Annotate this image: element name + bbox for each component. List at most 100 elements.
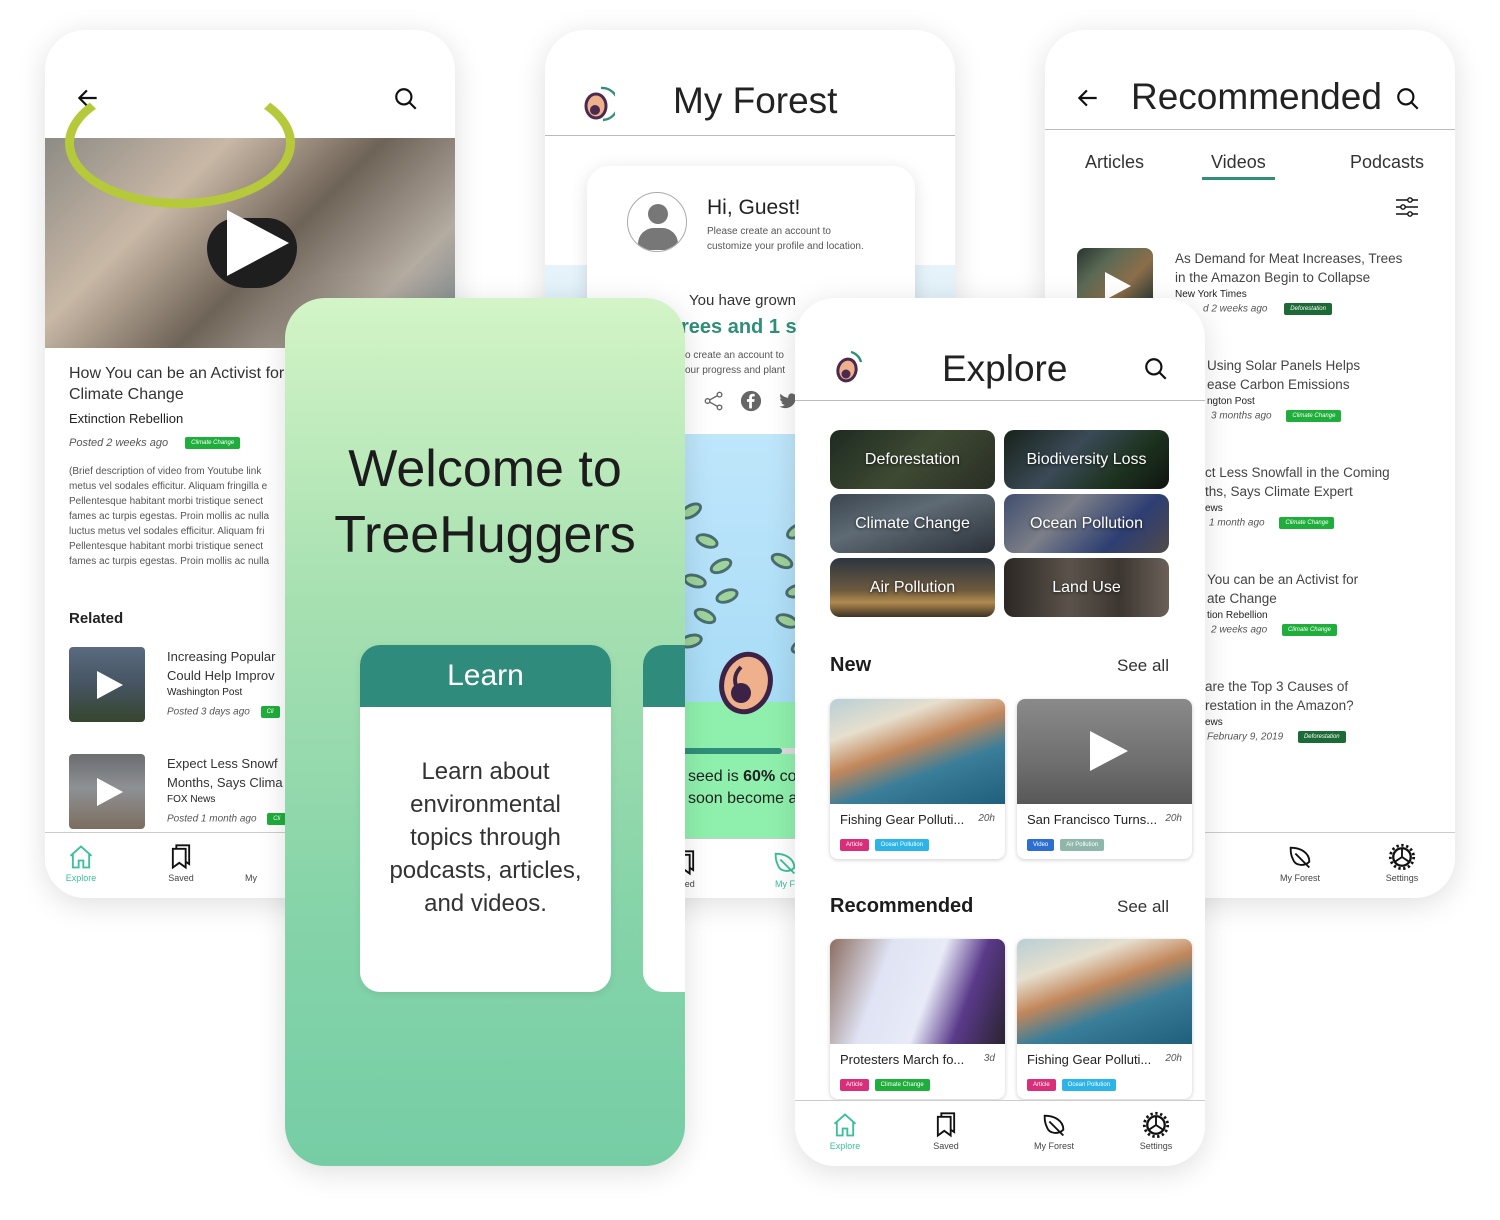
card-image	[830, 699, 1005, 804]
gear-icon	[1142, 1111, 1170, 1139]
video-list-item[interactable]: are the Top 3 Causes of restation in the…	[1205, 677, 1455, 743]
category-climate-change[interactable]: Climate Change	[830, 494, 995, 553]
leaf-icon	[1289, 846, 1311, 869]
tab-saved[interactable]: Saved	[151, 843, 211, 883]
bookmark-icon	[936, 1112, 956, 1138]
tag-badge[interactable]: Article	[840, 838, 869, 851]
item-source: ews	[1205, 503, 1223, 514]
video-list-item[interactable]: Using Solar Panels Helps ease Carbon Emi…	[1207, 356, 1455, 422]
tag-badge[interactable]: Article	[1027, 1078, 1056, 1091]
card-image	[1017, 699, 1192, 804]
filter-sliders-icon[interactable]	[1395, 196, 1419, 218]
card-title: Learn	[360, 645, 611, 707]
card-title: San Francisco Turns...	[1027, 812, 1158, 827]
search-icon[interactable]	[1143, 356, 1169, 382]
content-card[interactable]: San Francisco Turns... 20h Video Air Poll…	[1017, 699, 1192, 859]
card-tags: Article Climate Change	[840, 1076, 936, 1094]
search-icon[interactable]	[393, 86, 419, 112]
tab-explore[interactable]: Explore	[815, 1111, 875, 1151]
seed-logo-icon	[836, 350, 863, 383]
tab-articles[interactable]: Articles	[1085, 152, 1144, 177]
see-all-new-link[interactable]: See all	[1117, 656, 1169, 676]
search-icon[interactable]	[1395, 86, 1421, 112]
tag-badge[interactable]: Climate Change	[1281, 624, 1337, 636]
category-air-pollution[interactable]: Air Pollution	[830, 558, 995, 617]
tab-label: Settings	[1385, 873, 1419, 883]
content-card[interactable]: Protesters March fo... 3d Article Climate…	[830, 939, 1005, 1099]
category-biodiversity-loss[interactable]: Biodiversity Loss	[1004, 430, 1169, 489]
tag-badge[interactable]: Cli	[260, 706, 280, 718]
item-title: Using Solar Panels Helps ease Carbon Emi…	[1207, 358, 1361, 392]
tab-explore[interactable]: Explore	[51, 843, 111, 883]
item-posted: February 9, 2019 Deforestation	[1205, 731, 1455, 743]
related-posted: Posted 1 month ago Cli	[167, 813, 287, 825]
page-title: Recommended	[1131, 76, 1382, 117]
category-ocean-pollution[interactable]: Ocean Pollution	[1004, 494, 1169, 553]
related-thumbnail	[69, 754, 145, 829]
related-heading: Related	[69, 610, 124, 627]
card-tags: Article Ocean Pollution	[1027, 1076, 1122, 1094]
tab-my-forest[interactable]: My Forest	[1270, 843, 1330, 883]
related-posted-text: Posted 1 month ago	[167, 813, 257, 825]
video-list-item[interactable]: As Demand for Meat Increases, Trees in t…	[1175, 249, 1435, 315]
page-title: My Forest	[673, 80, 838, 121]
recommended-heading: Recommended	[830, 895, 974, 917]
posted-date: Posted 2 weeks ago Climate Change	[69, 437, 241, 450]
content-card[interactable]: Fishing Gear Polluti... 20h Article Ocean…	[830, 699, 1005, 859]
tab-saved[interactable]: Saved	[916, 1111, 976, 1151]
grown-label: You have grown	[689, 292, 797, 309]
bookmark-icon	[171, 844, 191, 870]
video-source: Extinction Rebellion	[69, 411, 184, 426]
tab-videos[interactable]: Videos	[1202, 152, 1275, 180]
category-deforestation[interactable]: Deforestation	[830, 430, 995, 489]
back-arrow-icon[interactable]	[1075, 85, 1101, 111]
header: Explore	[795, 298, 1205, 401]
tag-badge[interactable]: Deforestation	[1284, 303, 1332, 315]
posted-text: Posted 2 weeks ago	[69, 437, 169, 449]
progress-percent: 60%	[743, 768, 776, 785]
item-source: ews	[1205, 717, 1223, 728]
tag-badge[interactable]: Ocean Pollution	[1061, 1078, 1117, 1091]
tag-badge[interactable]: Climate Change	[1279, 517, 1335, 529]
tag-badge[interactable]: Ocean Pollution	[874, 838, 930, 851]
tag-badge[interactable]: Climate Change	[874, 1078, 930, 1091]
item-posted-text: 1 month ago	[1209, 517, 1265, 529]
video-list-item[interactable]: ct Less Snowfall in the Coming ths, Says…	[1205, 463, 1455, 529]
progress-text: seed is 60% co soon become a	[688, 766, 797, 810]
share-icon[interactable]	[703, 390, 725, 412]
category-land-use[interactable]: Land Use	[1004, 558, 1169, 617]
welcome-heading: Welcome to TreeHuggers	[334, 440, 636, 564]
tag-badge[interactable]: Air Pollution	[1060, 838, 1105, 851]
tab-settings[interactable]: Settings	[1126, 1111, 1186, 1151]
onboarding-card-learn[interactable]: Learn Learn about environmental topics t…	[360, 645, 611, 992]
bottom-tab-bar: Explore Saved My Forest Settings	[795, 1100, 1205, 1164]
tag-badge[interactable]: Climate Change	[1286, 410, 1342, 422]
related-source: Washington Post	[167, 687, 243, 698]
progress-post: co	[775, 768, 797, 785]
tab-label: Settings	[1139, 1141, 1173, 1151]
tag-badge[interactable]: Article	[840, 1078, 869, 1091]
new-heading: New	[830, 654, 872, 676]
tag-badge[interactable]: Cli	[267, 813, 287, 825]
see-all-recommended-link[interactable]: See all	[1117, 897, 1169, 917]
video-list-item[interactable]: You can be an Activist for ate Change ti…	[1207, 570, 1455, 636]
item-posted: 3 months ago Climate Change	[1207, 410, 1455, 422]
onboarding-card-next[interactable]	[643, 645, 685, 992]
play-icon	[1090, 731, 1128, 771]
tag-badge[interactable]: Video	[1027, 838, 1055, 851]
play-icon[interactable]	[227, 210, 289, 276]
content-card[interactable]: Fishing Gear Polluti... 20h Article Ocean…	[1017, 939, 1192, 1099]
tag-badge[interactable]: Climate Change	[185, 437, 241, 450]
tab-settings[interactable]: Settings	[1372, 843, 1432, 883]
tab-my-forest[interactable]: My Forest	[1024, 1111, 1084, 1151]
facebook-icon[interactable]	[740, 390, 762, 412]
tab-podcasts[interactable]: Podcasts	[1350, 152, 1424, 177]
item-title: are the Top 3 Causes of restation in the…	[1205, 679, 1354, 713]
avatar[interactable]	[627, 192, 687, 252]
item-title: As Demand for Meat Increases, Trees in t…	[1175, 251, 1403, 285]
video-thumbnail[interactable]	[1077, 248, 1153, 300]
tag-badge[interactable]: Deforestation	[1297, 731, 1346, 743]
related-thumbnail	[69, 647, 145, 722]
item-posted: d 2 weeks ago Deforestation	[1175, 303, 1435, 315]
card-body: Learn about environmental topics through…	[389, 758, 582, 917]
